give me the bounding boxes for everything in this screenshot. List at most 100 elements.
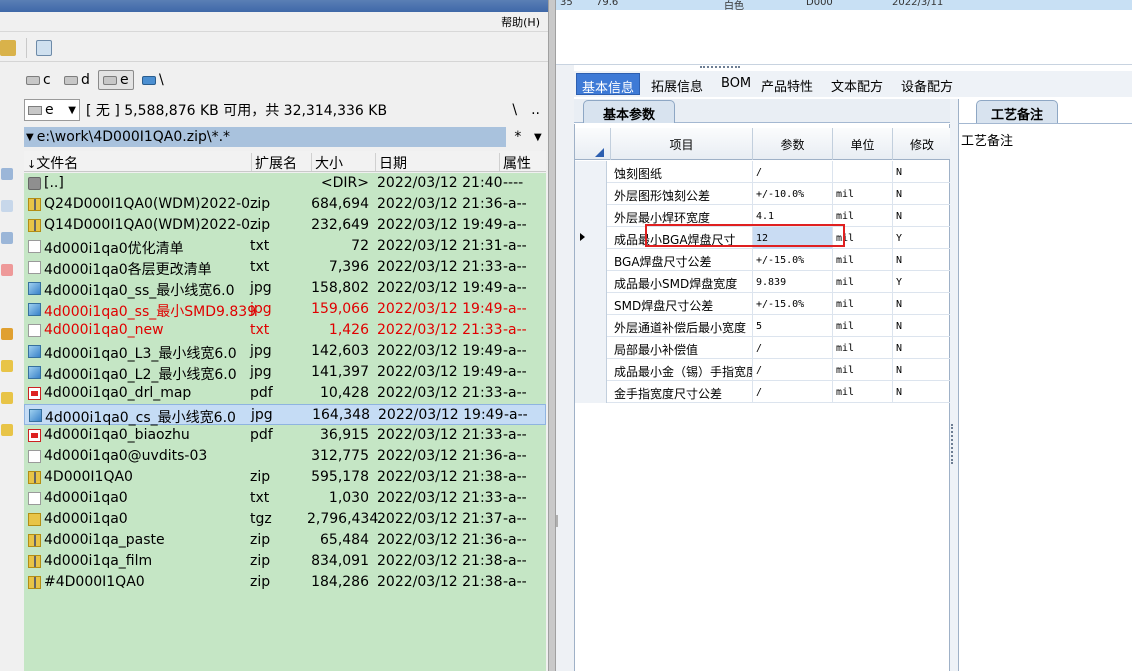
drive-label: d [81,72,90,88]
file-size: 1,030 [328,490,369,506]
file-row[interactable]: 4d000i1qa0 txt 1,030 2022/03/12 21:33 -a-- [24,488,546,509]
root-button[interactable]: \ [512,102,517,118]
param-value[interactable]: / [753,359,833,381]
file-row[interactable]: 4d000i1qa0_L3_最小线宽6.0 jpg 142,603 2022/03/1… [24,341,546,362]
tab-device-recipe[interactable]: 设备配方 [896,73,958,95]
file-row[interactable]: 4d000i1qa0_L2_最小线宽6.0 jpg 141,397 2022/03/1… [24,362,546,383]
grid-header-unit[interactable]: 单位 [833,128,893,160]
param-row[interactable]: 成品最小金（锡）手指宽度 / mil N [575,359,951,381]
param-row[interactable]: 外层图形蚀刻公差 +/-10.0% mil N [575,183,951,205]
file-size: <DIR> [320,175,369,191]
param-row[interactable]: 成品最小SMD焊盘宽度 9.839 mil Y [575,271,951,293]
grid-header-item[interactable]: 项目 [611,128,753,160]
file-row[interactable]: 4d000i1qa0各层更改清单 txt 7,396 2022/03/12 21:33… [24,257,546,278]
param-value[interactable]: +/-15.0% [753,293,833,315]
file-row[interactable]: 4d000i1qa_paste zip 65,484 2022/03/12 21:36… [24,530,546,551]
tab-extended-info[interactable]: 拓展信息 [646,73,708,95]
row-indicator[interactable] [575,271,607,293]
row-indicator[interactable] [575,337,607,359]
history-dropdown-icon[interactable]: ▼ [26,132,34,143]
notepad-icon[interactable] [36,40,52,56]
network-drive-button[interactable]: \ [138,70,168,90]
param-value[interactable]: / [753,337,833,359]
file-row[interactable]: 4d000i1qa0_ss_最小SMD9.839 jpg 159,066 2022/0… [24,299,546,320]
column-name[interactable]: ↓文件名 [24,153,252,172]
chevron-down-icon[interactable]: ▼ [534,132,542,143]
param-value[interactable]: +/-15.0% [753,249,833,271]
splitter-grip[interactable] [556,515,562,527]
tab-product-features[interactable]: 产品特性 [756,73,818,95]
view-icon[interactable] [1,168,13,180]
row-indicator[interactable] [575,183,607,205]
file-row[interactable]: #4D000I1QA0 zip 184,286 2022/03/12 21:38 -a-… [24,572,546,593]
pack-icon[interactable] [1,328,13,340]
param-value[interactable]: / [753,161,833,183]
help-menu[interactable]: 帮助(H) [501,14,540,30]
file-row[interactable]: 4d000i1qa0优化清单 txt 72 2022/03/12 21:31 -a-- [24,236,546,257]
drive-select[interactable]: e ▼ [24,99,80,121]
column-attr[interactable]: 属性 [500,153,546,172]
panel-separator[interactable] [950,99,958,671]
txt-file-icon [28,450,41,463]
file-row[interactable]: 4d000i1qa0 tgz 2,796,434 2022/03/12 21:37 -a… [24,509,546,530]
file-name: 4d000i1qa0_cs_最小线宽6.0 [45,410,236,426]
tab-process-note[interactable]: 工艺备注 [976,100,1058,123]
param-value[interactable]: +/-10.0% [753,183,833,205]
drive-c-button[interactable]: c [22,70,55,90]
row-indicator[interactable] [575,293,607,315]
file-row[interactable]: 4D000I1QA0 zip 595,178 2022/03/12 21:38 -a-- [24,467,546,488]
file-row[interactable]: 4d000i1qa0_drl_map pdf 10,428 2022/03/12 21… [24,383,546,404]
filter-star[interactable]: * [514,129,521,145]
column-ext[interactable]: 扩展名 [252,153,312,172]
panel-splitter[interactable] [548,0,556,671]
separator-grip[interactable] [951,424,955,464]
row-indicator[interactable] [575,315,607,337]
drive-d-button[interactable]: d [60,70,94,90]
param-row[interactable]: 蚀刻图纸 / N [575,161,951,183]
tab-text-recipe[interactable]: 文本配方 [826,73,888,95]
param-value[interactable]: 9.839 [753,271,833,293]
file-row[interactable]: 4d000i1qa_film zip 834,091 2022/03/12 21:38… [24,551,546,572]
row-indicator[interactable] [575,381,607,403]
file-row[interactable]: 4d000i1qa0@uvdits-03 312,775 2022/03/12 21… [24,446,546,467]
file-row[interactable]: Q24D000I1QA0(WDM)2022-0.. zip 684,694 2022/… [24,194,546,215]
grid-header-param[interactable]: 参数 [753,128,833,160]
param-value[interactable]: 5 [753,315,833,337]
tab-bom[interactable]: BOM [716,73,756,95]
compare-icon[interactable] [1,264,13,276]
file-size: 10,428 [320,385,369,401]
file-row[interactable]: 4d000i1qa0_cs_最小线宽6.0 jpg 164,348 2022/03/1… [24,404,546,426]
column-date[interactable]: 日期 [376,153,500,172]
file-row[interactable]: 4d000i1qa0_ss_最小线宽6.0 jpg 158,802 2022/03/1… [24,278,546,299]
parent-button[interactable]: .. [531,102,540,118]
drive-e-button[interactable]: e [98,70,134,90]
folder-icon[interactable] [1,424,13,436]
param-value[interactable]: / [753,381,833,403]
copy-icon[interactable] [1,232,13,244]
param-row[interactable]: BGA焊盘尺寸公差 +/-15.0% mil N [575,249,951,271]
file-row[interactable]: 4d000i1qa0_new txt 1,426 2022/03/12 21:33 -a… [24,320,546,341]
param-row[interactable]: 局部最小补偿值 / mil N [575,337,951,359]
subtab-basic-params[interactable]: 基本参数 [583,100,675,123]
new-folder-icon[interactable] [1,360,13,372]
param-row[interactable]: SMD焊盘尺寸公差 +/-15.0% mil N [575,293,951,315]
find-icon[interactable] [1,200,13,212]
current-path-bar[interactable]: ▼ e:\work\4D000I1QA0.zip\*.* [24,127,506,147]
chevron-down-icon: ▼ [68,104,76,116]
param-row[interactable]: 外层通道补偿后最小宽度 5 mil N [575,315,951,337]
file-row[interactable]: 4d000i1qa0_biaozhu pdf 36,915 2022/03/12 21… [24,425,546,446]
file-row[interactable]: Q14D000I1QA0(WDM)2022-0.. zip 232,649 2022/… [24,215,546,236]
record-row[interactable]: 35 79.6 白色 D000 2022/3/11 [556,0,1132,12]
row-indicator[interactable] [575,205,607,227]
row-indicator[interactable] [575,227,607,249]
file-row[interactable]: [..] <DIR> 2022/03/12 21:40 ---- [24,173,546,194]
column-size[interactable]: 大小 [312,153,376,172]
refresh-icon[interactable] [0,40,16,56]
tab-basic-info[interactable]: 基本信息 [576,73,641,96]
folder-icon[interactable] [1,392,13,404]
grid-header-modify[interactable]: 修改 [893,128,951,160]
row-indicator[interactable] [575,249,607,271]
row-indicator[interactable] [575,359,607,381]
row-indicator[interactable] [575,161,607,183]
param-row[interactable]: 金手指宽度尺寸公差 / mil N [575,381,951,403]
